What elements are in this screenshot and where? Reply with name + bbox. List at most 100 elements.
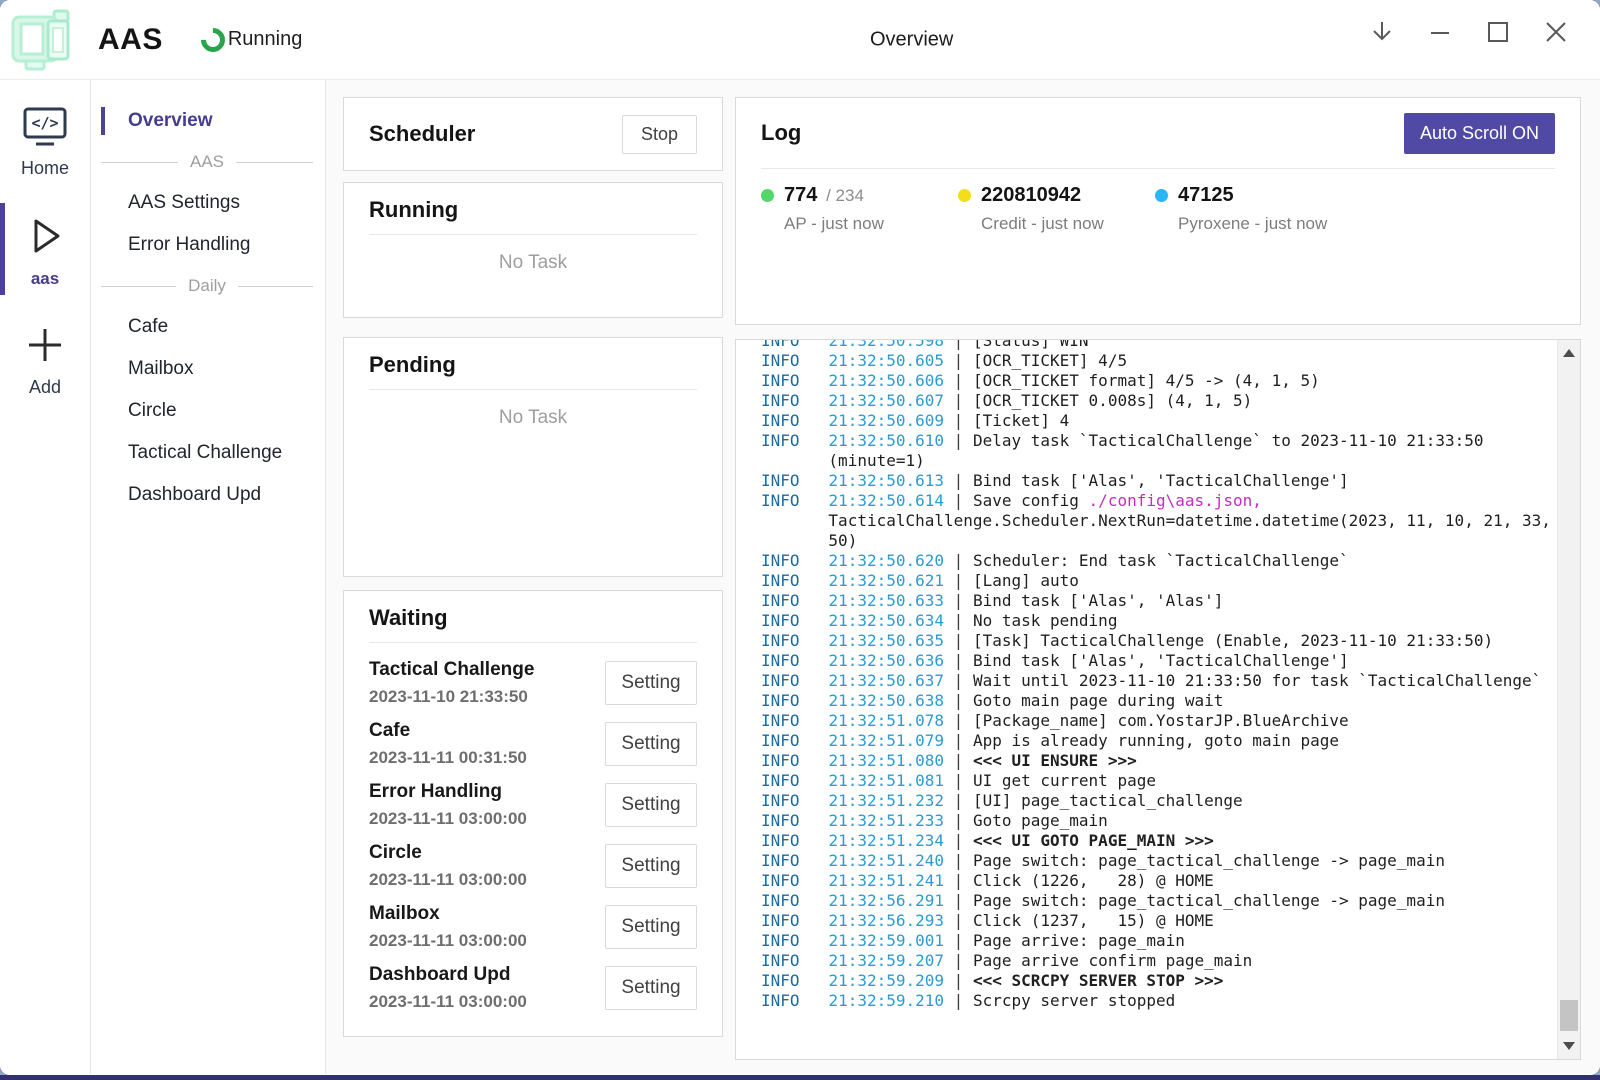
dashboard-stat: 47125 Pyroxene - just now [1155,184,1352,234]
log-entry: INFO 21:32:50.605 | [OCR_TICKET] 4/5 [761,351,1551,371]
log-entry: INFO 21:32:50.620 | Scheduler: End task … [761,551,1551,571]
nav-item-aas-settings[interactable]: AAS Settings [99,182,315,224]
auto-scroll-toggle-button[interactable]: Auto Scroll ON [1404,113,1555,154]
nav-item-label: Tactical Challenge [128,442,282,463]
close-button[interactable] [1542,18,1570,46]
scheduler-stop-button[interactable]: Stop [622,115,697,154]
icon-rail: </> Home aas Add [0,80,91,1074]
download-update-button[interactable] [1368,18,1396,46]
divider-line [236,162,313,163]
play-icon [22,213,68,264]
divider-line [238,286,313,287]
stat-secondary-value: / 234 [821,186,864,205]
log-panel: INFO 21:32:50.598 | [Status] WININFO 21:… [735,339,1581,1060]
log-scroll-area[interactable]: INFO 21:32:50.598 | [Status] WININFO 21:… [736,340,1557,1059]
log-entry: INFO 21:32:50.637 | Wait until 2023-11-1… [761,671,1551,691]
nav-item-overview[interactable]: Overview [99,100,315,142]
log-title: Log [761,120,801,146]
waiting-task-next-run: 2023-11-11 03:00:00 [369,992,527,1012]
task-nav: OverviewAASAAS Settings Error Handling Dai… [91,80,326,1074]
rail-item-home[interactable]: </> Home [0,98,90,183]
divider-line [101,162,178,163]
nav-section-divider: Daily [99,266,315,306]
waiting-task-next-run: 2023-11-11 03:00:00 [369,870,527,890]
divider-line [101,286,176,287]
scrollbar-thumb[interactable] [1560,1000,1578,1031]
active-indicator [101,107,105,135]
stat-dot-icon [761,189,774,202]
stat-top: 774 / 234 [761,184,958,207]
nav-item-tactical-challenge[interactable]: Tactical Challenge [99,432,315,474]
stat-top: 47125 [1155,184,1352,207]
log-entry: INFO 21:32:50.634 | No task pending [761,611,1551,631]
task-setting-button[interactable]: Setting [605,783,697,827]
waiting-task-name: Tactical Challenge [369,659,534,681]
log-entry: INFO 21:32:51.080 | <<< UI ENSURE >>> [761,751,1551,771]
log-entry: INFO 21:32:50.633 | Bind task ['Alas', '… [761,591,1551,611]
nav-item-circle[interactable]: Circle [99,390,315,432]
task-setting-button[interactable]: Setting [605,966,697,1010]
divider [369,642,697,643]
waiting-task-next-run: 2023-11-10 21:33:50 [369,687,534,707]
nav-item-mailbox[interactable]: Mailbox [99,348,315,390]
waiting-task-row: Tactical Challenge 2023-11-10 21:33:50 S… [369,652,697,713]
log-scrollbar[interactable] [1557,340,1580,1059]
titlebar: AAS Running Overview [0,0,1600,80]
dashboard-stat: 774 / 234 AP - just now [761,184,958,234]
divider [761,168,1555,169]
minimize-button[interactable] [1426,18,1454,46]
app-name: AAS [98,23,163,57]
log-entry: INFO 21:32:59.209 | <<< SCRCPY SERVER ST… [761,971,1551,991]
log-card: Log Auto Scroll ON 774 / 234 AP - just n… [735,97,1581,325]
waiting-task-name: Cafe [369,720,527,742]
log-entry: INFO 21:32:50.607 | [OCR_TICKET 0.008s] … [761,391,1551,411]
log-entry: INFO 21:32:59.001 | Page arrive: page_ma… [761,931,1551,951]
rail-item-label: Home [21,158,69,179]
nav-section-label: Daily [188,276,226,296]
task-setting-button[interactable]: Setting [605,905,697,949]
nav-item-dashboard-upd[interactable]: Dashboard Upd [99,474,315,516]
nav-item-label: Error Handling [128,234,251,255]
waiting-task-info: Circle 2023-11-11 03:00:00 [369,842,527,890]
rail-item-add[interactable]: Add [0,315,90,402]
log-entry: INFO 21:32:50.610 | Delay task `Tactical… [761,431,1551,471]
task-setting-button[interactable]: Setting [605,722,697,766]
running-title: Running [369,197,697,223]
waiting-task-name: Error Handling [369,781,527,803]
nav-item-error-handling[interactable]: Error Handling [99,224,315,266]
running-spinner-icon [196,23,230,57]
log-entry: INFO 21:32:56.291 | Page switch: page_ta… [761,891,1551,911]
page-title: Overview [870,28,953,51]
nav-item-cafe[interactable]: Cafe [99,306,315,348]
task-setting-button[interactable]: Setting [605,661,697,705]
stat-label: AP - just now [784,214,958,234]
app-logo-icon [10,9,76,76]
desktop-edge-strip [0,1075,1600,1080]
log-entry: INFO 21:32:56.293 | Click (1237, 15) @ H… [761,911,1551,931]
app-window: AAS Running Overview [0,0,1600,1075]
log-entry: INFO 21:32:50.613 | Bind task ['Alas', '… [761,471,1551,491]
stat-value: 774 [784,184,817,206]
waiting-task-info: Mailbox 2023-11-11 03:00:00 [369,903,527,951]
stat-dot-icon [958,189,971,202]
svg-text:</>: </> [31,114,58,132]
waiting-task-info: Error Handling 2023-11-11 03:00:00 [369,781,527,829]
maximize-button[interactable] [1484,18,1512,46]
scroll-down-arrow[interactable] [1558,1038,1580,1054]
log-entry: INFO 21:32:51.079 | App is already runni… [761,731,1551,751]
waiting-task-row: Circle 2023-11-11 03:00:00 Setting [369,835,697,896]
running-card: Running No Task [343,182,723,318]
divider [369,389,697,390]
task-setting-button[interactable]: Setting [605,844,697,888]
rail-item-aas[interactable]: aas [0,205,90,293]
main-content: Scheduler Stop Running No Task Pending N… [326,80,1600,1074]
scroll-up-arrow[interactable] [1558,345,1580,361]
log-entry: INFO 21:32:59.210 | Scrcpy server stoppe… [761,991,1551,1011]
nav-item-label: Mailbox [128,358,193,379]
log-entry: INFO 21:32:50.621 | [Lang] auto [761,571,1551,591]
waiting-title: Waiting [369,605,697,631]
waiting-task-next-run: 2023-11-11 03:00:00 [369,931,527,951]
pending-empty-text: No Task [369,407,697,429]
log-entry: INFO 21:32:50.614 | Save config ./config… [761,491,1551,551]
nav-section-divider: AAS [99,142,315,182]
